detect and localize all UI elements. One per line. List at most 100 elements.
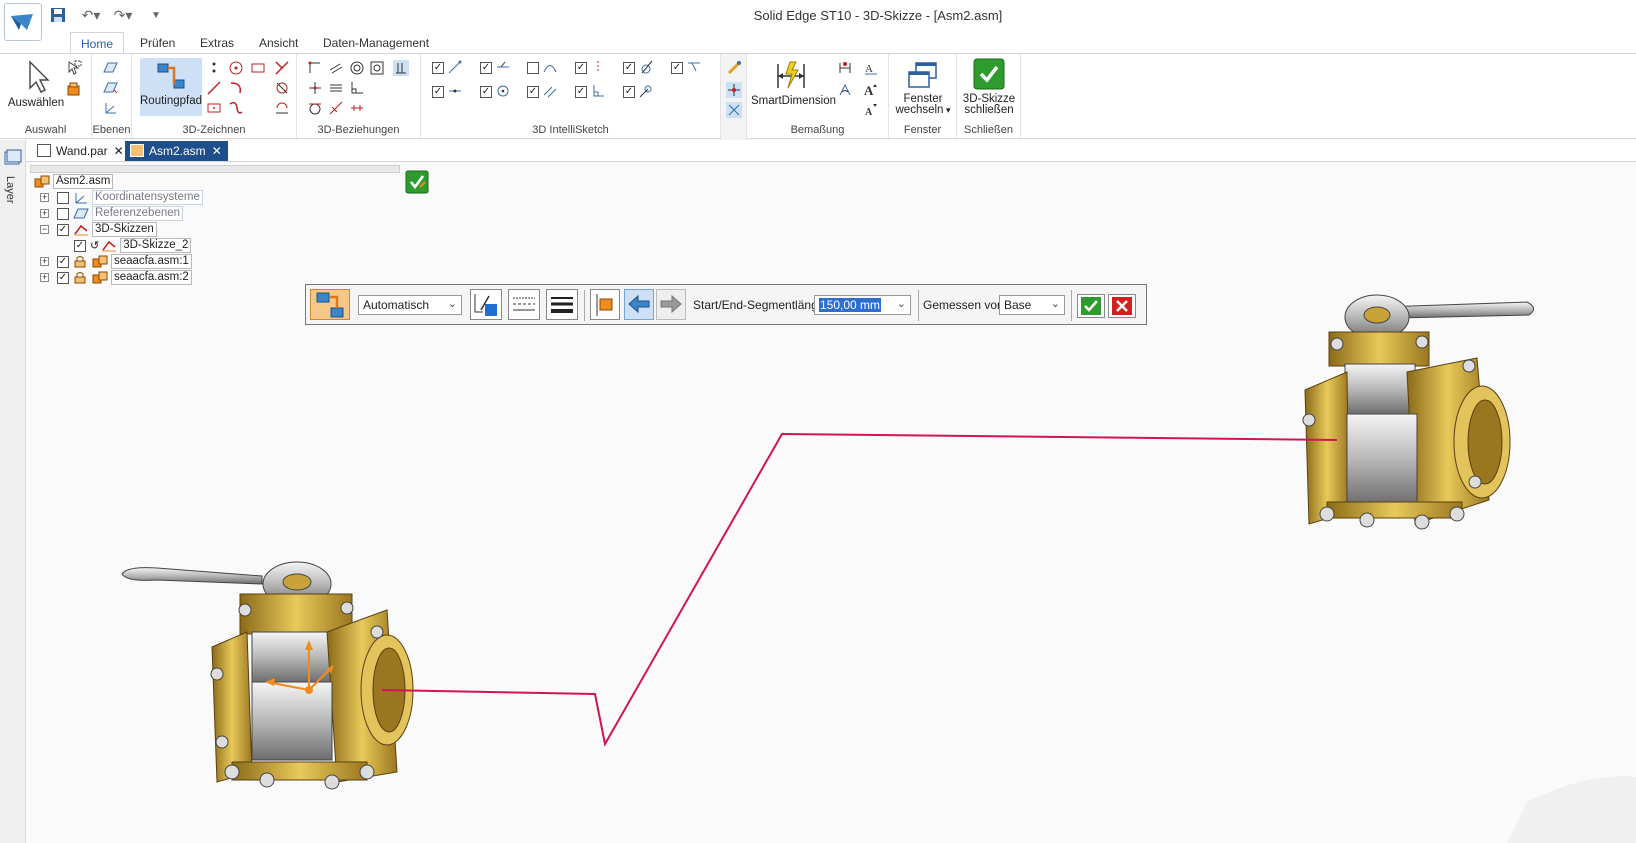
close-icon[interactable]: ✕ [212, 144, 222, 158]
increase-text-size-icon[interactable]: A [863, 82, 879, 98]
valve-seaacfa-1[interactable] [121, 561, 414, 790]
tangent-icon[interactable] [307, 100, 323, 116]
tree-checkbox[interactable]: ✓ [74, 239, 86, 252]
sketch-color-icon[interactable] [726, 60, 742, 76]
axis-lock-icon[interactable] [726, 102, 742, 118]
tree-checkbox[interactable]: ✓ [57, 271, 69, 284]
intellisketch-midpoint-checkbox[interactable]: ✓ [480, 62, 492, 74]
intellisketch-tangent-checkbox[interactable]: ✓ [623, 62, 635, 74]
arrow-left-icon [628, 294, 650, 314]
line-type-button[interactable] [508, 289, 540, 320]
text-dimension-icon[interactable]: A [863, 60, 879, 76]
tree-root[interactable]: Asm2.asm [34, 174, 114, 189]
tree-checkbox[interactable]: ✓ [57, 255, 69, 268]
tree-item-3d-skizze-2[interactable]: ✓ ↺ 3D-Skizze_2 [74, 238, 192, 253]
tree-item-seaacfa-2[interactable]: + ✓ seaacfa.asm:2 [40, 270, 192, 285]
extend-icon[interactable] [274, 80, 290, 96]
component-select-icon[interactable] [66, 82, 82, 98]
close-icon[interactable]: ✕ [114, 144, 124, 158]
tree-item-3d-skizzen[interactable]: − ✓ 3D-Skizzen [40, 222, 157, 237]
tab-ansicht[interactable]: Ansicht [249, 32, 308, 54]
symmetric-icon[interactable] [349, 100, 365, 116]
connect-icon[interactable] [307, 60, 323, 76]
switch-window-button[interactable]: Fenster wechseln ▾ [891, 60, 955, 116]
select-button[interactable]: Auswählen [6, 60, 66, 109]
select-tools-icon[interactable] [66, 60, 82, 76]
tree-item-seaacfa-1[interactable]: + ✓ seaacfa.asm:1 [40, 254, 192, 269]
expand-icon[interactable]: + [40, 273, 49, 282]
equal-icon[interactable] [369, 60, 385, 76]
intellisketch-parallel-checkbox[interactable]: ✓ [527, 86, 539, 98]
intellisketch-intersection-checkbox[interactable]: ✓ [623, 86, 635, 98]
coincident-icon[interactable] [307, 80, 323, 96]
tab-pruefen[interactable]: Prüfen [130, 32, 185, 54]
trim-icon[interactable] [274, 60, 290, 76]
doc-tab-asm2[interactable]: Asm2.asm ✕ [125, 141, 228, 161]
accept-button[interactable] [1077, 294, 1105, 318]
accept-sketch-icon[interactable] [405, 170, 429, 194]
routing-path-button[interactable]: Routingpfad [140, 58, 202, 116]
line-icon[interactable] [206, 80, 222, 96]
distance-between-icon[interactable] [837, 60, 853, 76]
tree-checkbox[interactable] [57, 191, 69, 204]
segment-button[interactable] [590, 289, 620, 320]
segment-length-input[interactable]: 150,00 mm ⌄ [814, 295, 911, 315]
plane-offset-icon[interactable] [102, 80, 118, 96]
routing-path-line[interactable] [381, 432, 1338, 747]
tab-daten-management[interactable]: Daten-Management [313, 32, 439, 54]
tree-item-koordinatensysteme[interactable]: + Koordinatensysteme [40, 190, 203, 205]
intellisketch-endpoint-checkbox[interactable]: ✓ [432, 62, 444, 74]
right-angle-icon[interactable] [349, 80, 365, 96]
expand-icon[interactable]: + [40, 193, 49, 202]
parallel-icon[interactable] [328, 60, 344, 76]
intellisketch-perpendicular-checkbox[interactable]: ✓ [575, 86, 587, 98]
tree-checkbox[interactable]: ✓ [57, 223, 69, 236]
fix-icon[interactable] [328, 100, 344, 116]
measured-from-select[interactable]: Base ⌄ [999, 295, 1065, 315]
tree-checkbox[interactable] [57, 207, 69, 220]
angle-between-icon[interactable] [837, 82, 853, 98]
routing-path-step-button[interactable] [310, 289, 350, 320]
cancel-button[interactable] [1108, 294, 1136, 318]
rectangle-center-icon[interactable] [206, 100, 222, 116]
intellisketch-onelement-checkbox[interactable]: ✓ [432, 86, 444, 98]
smart-dimension-button[interactable]: SmartDimension [751, 60, 836, 107]
layer-label[interactable]: Layer [4, 176, 16, 204]
next-step-button[interactable] [656, 289, 686, 320]
3d-viewport[interactable] [27, 162, 1636, 843]
close-3d-sketch-button[interactable]: 3D-Skizze schließen [959, 58, 1019, 116]
horizontal-icon[interactable] [328, 80, 344, 96]
rectangle-icon[interactable] [250, 60, 266, 76]
tab-extras[interactable]: Extras [190, 32, 244, 54]
line-width-button[interactable] [546, 289, 578, 320]
collapse-icon[interactable]: − [40, 225, 49, 234]
application-button[interactable] [4, 3, 42, 41]
decrease-text-size-icon[interactable]: A [863, 102, 879, 118]
concentric-icon[interactable] [349, 60, 365, 76]
intellisketch-options-checkbox[interactable]: ✓ [671, 62, 683, 74]
layer-icon[interactable] [4, 148, 22, 166]
expand-icon[interactable]: + [40, 257, 49, 266]
graphics-window[interactable] [27, 162, 1636, 843]
intellisketch-center-checkbox[interactable]: ✓ [480, 86, 492, 98]
snap-point-icon[interactable] [726, 82, 742, 98]
valve-seaacfa-2[interactable] [1302, 294, 1534, 530]
intellisketch-arc-checkbox[interactable] [527, 62, 539, 74]
line-color-button[interactable] [470, 289, 502, 320]
routing-mode-select[interactable]: Automatisch ⌄ [358, 295, 462, 315]
coordinate-system-icon[interactable] [102, 100, 118, 116]
pathfinder-splitter[interactable] [30, 165, 400, 173]
circle-center-icon[interactable] [228, 60, 244, 76]
arc-icon[interactable] [228, 80, 244, 96]
point-icon[interactable] [206, 60, 222, 76]
offset-icon[interactable] [274, 100, 290, 116]
plane-icon[interactable] [102, 60, 118, 76]
tab-home[interactable]: Home [70, 32, 125, 54]
curve-icon[interactable] [228, 100, 244, 116]
tree-item-referenzebenen[interactable]: + Referenzebenen [40, 206, 184, 221]
perpendicular-icon[interactable] [393, 60, 409, 76]
intellisketch-vertical-checkbox[interactable]: ✓ [575, 62, 587, 74]
expand-icon[interactable]: + [40, 209, 49, 218]
doc-tab-wand[interactable]: Wand.par ✕ [32, 141, 130, 161]
previous-step-button[interactable] [624, 289, 654, 320]
